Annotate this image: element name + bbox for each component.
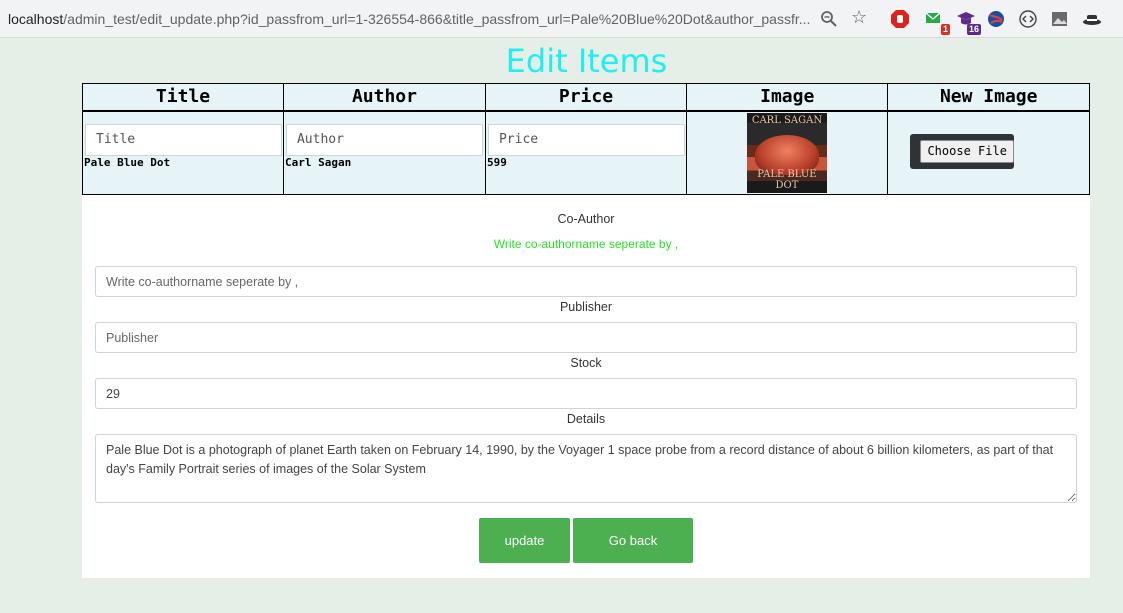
choose-file-button[interactable]: Choose File (920, 139, 1014, 163)
title-value: Pale Blue Dot (84, 155, 171, 169)
author-input[interactable] (285, 123, 483, 156)
coauthor-input[interactable] (95, 266, 1077, 297)
table-row: Pale Blue Dot Carl Sagan 599 CARL SAGAN … (82, 110, 1090, 195)
bookmark-star-icon[interactable]: ☆ (851, 8, 867, 28)
mail-extension-icon[interactable]: 1 (925, 9, 950, 35)
graduation-extension-icon[interactable]: 16 (956, 9, 981, 35)
url-host: localhost (8, 11, 64, 27)
update-button[interactable]: update (479, 518, 570, 563)
code-extension-icon[interactable] (1018, 9, 1038, 29)
author-cell: Carl Sagan (282, 110, 486, 195)
globe-extension-icon[interactable] (986, 9, 1006, 29)
header-image: Image (685, 83, 889, 112)
url-bar[interactable]: localhost/admin_test/edit_update.php?id_… (8, 11, 810, 27)
cover-title-text: PALE BLUE DOT (757, 168, 817, 191)
details-label: Details (566, 412, 606, 426)
table-header-row: Title Author Price Image New Image (82, 83, 1090, 112)
browser-address-bar: localhost/admin_test/edit_update.php?id_… (0, 0, 1123, 38)
publisher-label: Publisher (559, 300, 613, 314)
price-value: 599 (486, 155, 507, 169)
coauthor-label: Co-Author (557, 212, 615, 226)
price-cell: 599 (484, 110, 687, 195)
header-author: Author (282, 83, 486, 112)
stock-label: Stock (570, 356, 602, 370)
coauthor-hint: Write co-authorname seperate by , (493, 237, 679, 251)
edit-form: Co-Author Write co-authorname seperate b… (82, 195, 1090, 578)
mail-badge: 1 (940, 24, 950, 35)
title-cell: Pale Blue Dot (82, 110, 284, 195)
image-cell: CARL SAGAN PALE BLUE DOT (685, 110, 889, 195)
url-path: /admin_test/edit_update.php?id_passfrom_… (63, 11, 811, 27)
hat-extension-icon[interactable] (1082, 9, 1102, 29)
publisher-input[interactable] (95, 322, 1077, 353)
stock-input[interactable] (95, 378, 1077, 409)
price-input[interactable] (487, 123, 685, 156)
adblock-extension-icon[interactable] (890, 9, 910, 29)
image-extension-icon[interactable] (1050, 9, 1070, 29)
header-price: Price (484, 83, 687, 112)
graduation-badge: 16 (966, 24, 981, 35)
title-input[interactable] (85, 123, 282, 156)
header-title: Title (82, 83, 284, 112)
details-textarea[interactable]: Pale Blue Dot is a photograph of planet … (95, 434, 1077, 503)
new-image-cell: Choose File (887, 110, 1090, 195)
cover-author-text: CARL SAGAN (751, 114, 823, 126)
items-table: Title Author Price Image New Image Pale … (82, 83, 1090, 195)
go-back-button[interactable]: Go back (573, 518, 693, 563)
file-input[interactable]: Choose File (910, 133, 1015, 169)
author-value: Carl Sagan (284, 155, 352, 169)
header-new-image: New Image (887, 83, 1090, 112)
book-cover-image: CARL SAGAN PALE BLUE DOT (746, 112, 827, 193)
page-title: Edit Items (505, 42, 668, 80)
zoom-icon[interactable] (820, 10, 838, 28)
